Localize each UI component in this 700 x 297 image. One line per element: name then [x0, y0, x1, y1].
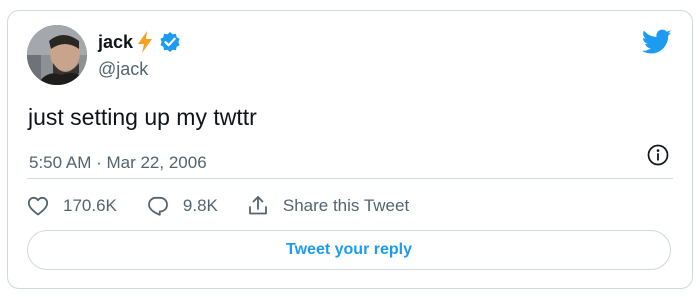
- divider: [27, 178, 673, 179]
- share-icon: [248, 196, 267, 215]
- info-icon[interactable]: [646, 143, 670, 167]
- avatar[interactable]: [27, 25, 87, 85]
- author-handle[interactable]: @jack: [98, 59, 148, 80]
- tweet-actions: 170.6K 9.8K Share this Tweet: [26, 194, 409, 218]
- share-button[interactable]: Share this Tweet: [246, 194, 409, 218]
- reply-bubble-icon: [147, 196, 168, 216]
- verified-badge-icon: [159, 31, 181, 53]
- tweet-card: jack @jack just setting up my twttr 5:50…: [7, 10, 693, 289]
- avatar-photo: [27, 25, 87, 85]
- twitter-bird-icon[interactable]: [641, 29, 672, 55]
- tweet-your-reply-button[interactable]: Tweet your reply: [27, 230, 671, 270]
- author-name-row[interactable]: jack: [98, 30, 181, 54]
- like-button[interactable]: 170.6K: [26, 194, 117, 218]
- reply-count: 9.8K: [182, 196, 218, 215]
- share-label: Share this Tweet: [282, 196, 410, 215]
- tweet-timestamp[interactable]: 5:50 AM · Mar 22, 2006: [29, 153, 207, 173]
- reply-button[interactable]: 9.8K: [146, 194, 218, 218]
- author-name[interactable]: jack: [98, 32, 133, 53]
- lightning-bolt-icon: [135, 30, 155, 54]
- heart-icon: [27, 196, 49, 216]
- like-count: 170.6K: [63, 196, 117, 215]
- tweet-text: just setting up my twttr: [28, 104, 257, 130]
